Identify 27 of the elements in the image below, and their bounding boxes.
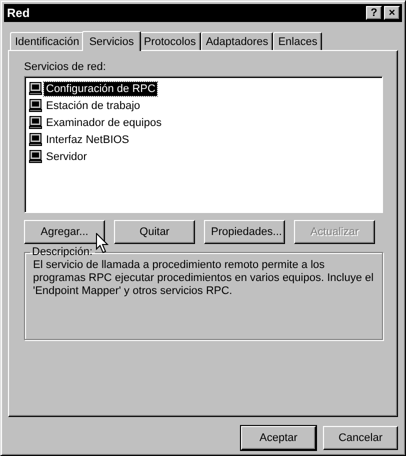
list-item[interactable]: Servidor [44, 150, 89, 164]
computer-icon [29, 116, 42, 129]
action-button[interactable]: Propiedades... [204, 220, 285, 244]
close-button[interactable]: × [384, 6, 400, 20]
list-item[interactable]: Configuración de RPC [44, 82, 158, 96]
tab[interactable]: Adaptadores [200, 32, 274, 50]
description-text: El servicio de llamada a procedimiento remoto permite a los programas RPC ejecutar procedimientos en varios equipos. Incluye el 'Endpoint Mapper' y otros servicios RPC. [33, 259, 374, 298]
mouse-pointer-icon [96, 233, 109, 254]
tab[interactable]: Enlaces [273, 32, 322, 50]
window-title: Red [7, 6, 30, 20]
help-button[interactable]: ? [366, 6, 382, 20]
group-label: Descripción: [31, 246, 94, 258]
dialog-button[interactable]: Aceptar [241, 426, 316, 450]
tab[interactable]: Protocolos [138, 32, 201, 50]
action-button[interactable]: Quitar [114, 220, 195, 244]
dialog-button[interactable]: Cancelar [323, 426, 398, 450]
action-button[interactable]: Agregar... [24, 220, 105, 244]
computer-icon [29, 82, 42, 95]
list-item[interactable]: Estación de trabajo [44, 98, 142, 112]
list-item[interactable]: Examinador de equipos [44, 116, 164, 130]
list-item[interactable]: Interfaz NetBIOS [44, 132, 132, 146]
computer-icon [29, 150, 42, 163]
tab[interactable]: Identificación [10, 32, 84, 50]
tab[interactable]: Servicios [82, 31, 141, 51]
list-label: Servicios de red: [24, 61, 107, 73]
computer-icon [29, 99, 42, 112]
computer-icon [29, 133, 42, 146]
